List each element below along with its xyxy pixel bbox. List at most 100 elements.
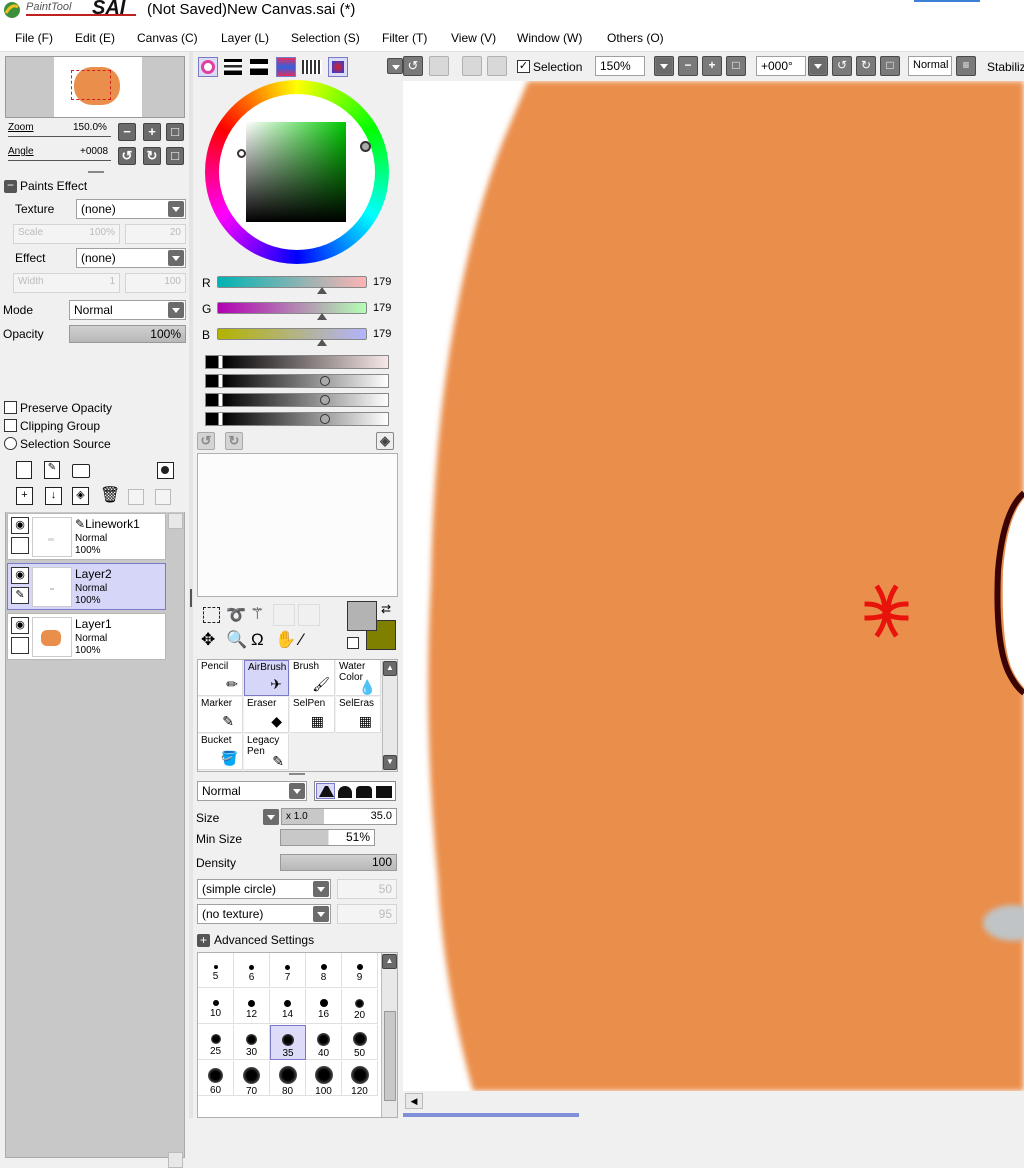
size-mult-dropdown[interactable] xyxy=(263,809,279,825)
gradation-mode-button[interactable] xyxy=(276,57,296,77)
lock-toggle[interactable] xyxy=(11,537,29,554)
hand-icon[interactable]: ✋ xyxy=(275,630,296,650)
navigator-preview[interactable] xyxy=(5,56,185,118)
deselect-button[interactable] xyxy=(462,56,482,76)
advanced-settings-label[interactable]: Advanced Settings xyxy=(214,933,314,947)
brush-size-9[interactable]: 9 xyxy=(342,953,378,988)
clipping-group-checkbox[interactable] xyxy=(4,419,17,432)
layer-item-layer2[interactable]: ◉ ✎ Layer2 Normal 100% xyxy=(7,563,166,610)
angle-value[interactable]: +0008 xyxy=(80,146,108,157)
canvas-drawing[interactable] xyxy=(403,81,1024,1091)
panel-grip[interactable] xyxy=(88,171,104,173)
foreground-color-swatch[interactable] xyxy=(347,601,377,631)
zoom-in-button[interactable]: + xyxy=(143,123,161,141)
menu-edit[interactable]: Edit (E) xyxy=(75,31,115,45)
brush-size-7[interactable]: 7 xyxy=(270,953,306,988)
brush-size-120[interactable]: 120 xyxy=(342,1061,378,1097)
brush-size-35[interactable]: 35 xyxy=(270,1025,306,1060)
scroll-left-icon[interactable]: ◀ xyxy=(405,1093,423,1109)
menu-view[interactable]: View (V) xyxy=(451,31,496,45)
angle-select[interactable]: +000° xyxy=(756,56,806,76)
menu-window[interactable]: Window (W) xyxy=(517,31,582,45)
trash-icon[interactable]: 🗑 xyxy=(100,487,120,505)
gradation-bar-3[interactable] xyxy=(205,393,389,407)
brush-size-6[interactable]: 6 xyxy=(234,953,270,988)
zoom-out-button[interactable]: − xyxy=(118,123,136,141)
menu-canvas[interactable]: Canvas (C) xyxy=(137,31,198,45)
effect-select[interactable]: (none) xyxy=(76,248,186,268)
brush-size-40[interactable]: 40 xyxy=(306,1025,342,1060)
scroll-down-icon[interactable]: ▼ xyxy=(383,755,397,770)
angle-dropdown-button[interactable] xyxy=(808,56,828,76)
tool-pencil[interactable]: Pencil ✏ xyxy=(198,660,243,696)
angle-slider[interactable] xyxy=(8,160,111,161)
min-size-slider[interactable]: 51% xyxy=(280,829,375,846)
pencil-icon[interactable]: ✎ xyxy=(11,587,29,604)
magic-wand-icon[interactable]: ⚚ xyxy=(250,604,264,624)
swap-colors-icon[interactable]: ⇄ xyxy=(381,602,391,616)
panel-grip[interactable] xyxy=(289,773,305,775)
scratchpad-redo-button[interactable]: ↻ xyxy=(225,432,243,450)
selection-source-radio[interactable] xyxy=(4,437,17,450)
brush-size-12[interactable]: 12 xyxy=(234,989,270,1024)
zoom-reset-button[interactable]: □ xyxy=(726,56,746,76)
navigator-viewport[interactable] xyxy=(71,70,111,100)
preserve-opacity-checkbox[interactable] xyxy=(4,401,17,414)
tool-airbrush[interactable]: AirBrush ✈ xyxy=(244,660,289,696)
invert-selection-button[interactable] xyxy=(487,56,507,76)
size-slider[interactable]: x 1.0 35.0 xyxy=(281,808,397,825)
tool-legacy-pen[interactable]: Legacy Pen ✎ xyxy=(244,734,289,770)
opacity-slider[interactable]: 100% xyxy=(69,325,186,343)
brush-size-30[interactable]: 30 xyxy=(234,1025,270,1060)
menu-layer[interactable]: Layer (L) xyxy=(221,31,269,45)
new-folder-icon[interactable] xyxy=(72,464,90,478)
brush-size-16[interactable]: 16 xyxy=(306,989,342,1024)
brush-size-50[interactable]: 50 xyxy=(342,1025,378,1060)
rotate-icon[interactable]: Ω xyxy=(251,630,264,650)
r-slider[interactable] xyxy=(217,276,367,288)
b-slider-handle[interactable] xyxy=(317,339,327,346)
zoom-dropdown-button[interactable] xyxy=(654,56,674,76)
rgb-slider-mode-button[interactable] xyxy=(224,59,242,75)
zoom-icon[interactable]: 🔍 xyxy=(226,630,247,650)
brush-texture-select[interactable]: (no texture) xyxy=(197,904,331,924)
hsv-slider-mode-button[interactable] xyxy=(250,59,268,75)
brush-edge-selector[interactable] xyxy=(314,781,396,801)
mask-icon[interactable] xyxy=(157,462,174,479)
layer-scroll-up[interactable] xyxy=(168,513,183,529)
hue-picker-handle[interactable] xyxy=(360,141,371,152)
r-slider-handle[interactable] xyxy=(317,287,327,294)
zoom-slider[interactable] xyxy=(8,136,111,137)
rotate-right-button[interactable]: ↻ xyxy=(856,56,876,76)
scroll-up-icon[interactable]: ▲ xyxy=(383,661,397,676)
lock-toggle[interactable] xyxy=(11,637,29,654)
zoom-in-button[interactable]: + xyxy=(702,56,722,76)
tool-seleras[interactable]: SelEras ▦ xyxy=(336,697,381,733)
toolbar-dropdown[interactable] xyxy=(387,58,403,74)
reset-colors-icon[interactable] xyxy=(347,637,359,649)
selection-checkbox[interactable]: ✓ xyxy=(517,60,530,73)
color-wheel-mode-button[interactable] xyxy=(198,57,218,77)
brush-size-25[interactable]: 25 xyxy=(198,1025,234,1060)
canvas-tab-indicator[interactable] xyxy=(403,1113,579,1117)
new-layer-icon[interactable] xyxy=(16,461,32,479)
density-slider[interactable]: 100 xyxy=(280,854,397,871)
move-icon[interactable]: ✥ xyxy=(201,630,215,650)
redo-button[interactable] xyxy=(429,56,449,76)
g-slider-handle[interactable] xyxy=(317,313,327,320)
scratchpad-mode-button[interactable] xyxy=(328,57,348,77)
merge-down-icon[interactable]: ◈ xyxy=(72,487,89,505)
rotate-right-button[interactable]: ↻ xyxy=(143,147,161,165)
splitter-grip[interactable] xyxy=(190,589,192,607)
brush-size-14[interactable]: 14 xyxy=(270,989,306,1024)
g-slider[interactable] xyxy=(217,302,367,314)
zoom-select[interactable]: 150% xyxy=(595,56,645,76)
tool-marker[interactable]: Marker ✎ xyxy=(198,697,243,733)
eyedropper-icon[interactable]: ⁄ xyxy=(300,630,303,650)
tool-eraser[interactable]: Eraser ◆ xyxy=(244,697,289,733)
tool-brush[interactable]: Brush 🖌 xyxy=(290,660,335,696)
brush-shape-select[interactable]: (simple circle) xyxy=(197,879,331,899)
layer-mode-select[interactable]: Normal xyxy=(69,300,186,320)
zoom-out-button[interactable]: − xyxy=(678,56,698,76)
scratchpad[interactable] xyxy=(197,453,398,597)
